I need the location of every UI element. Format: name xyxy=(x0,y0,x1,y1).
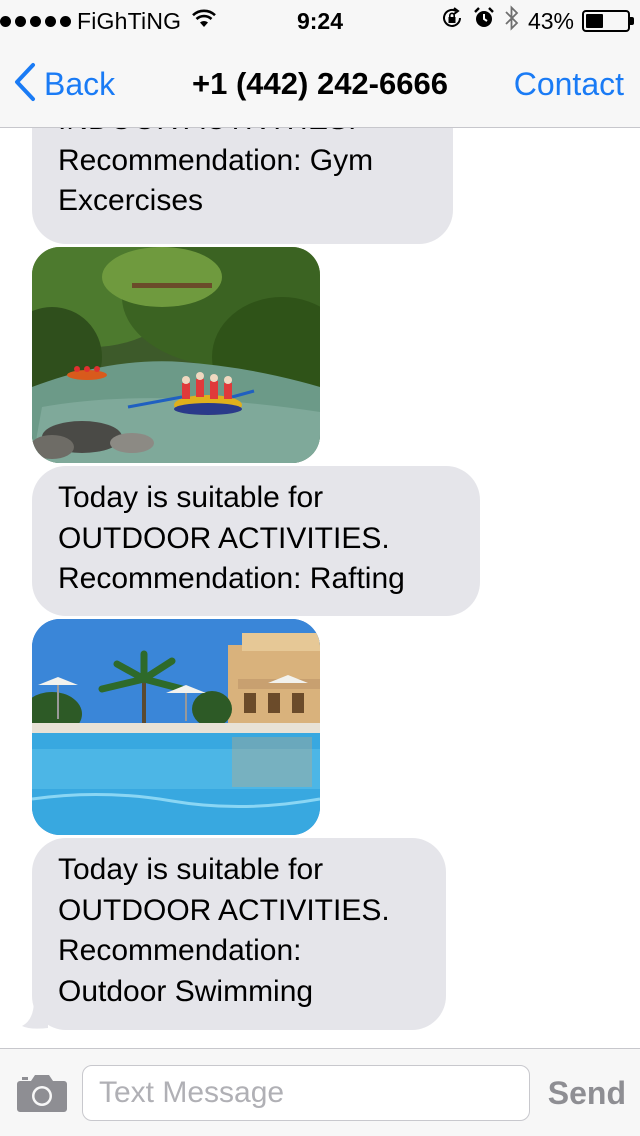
message-line: Excercises xyxy=(58,184,204,217)
back-label: Back xyxy=(44,65,116,102)
bluetooth-icon xyxy=(504,4,520,38)
battery-icon xyxy=(582,10,634,32)
message-bubble[interactable]: Today is suitable for OUTDOOR ACTIVITIES… xyxy=(32,466,480,616)
message-line: Recommendation: Gym xyxy=(58,143,374,177)
message-line: Recommendation: Rafting xyxy=(58,562,405,595)
message-line: OUTDOOR ACTIVITIES. xyxy=(58,521,390,555)
status-right: 43% xyxy=(440,4,634,38)
message-line: Today is suitable for xyxy=(58,853,324,886)
messages-screen: FiGhTiNG 9:24 43% Back +1 (442) 242-6666… xyxy=(0,0,640,1136)
input-bar: Send xyxy=(0,1048,640,1136)
chevron-left-icon xyxy=(14,62,36,107)
alarm-icon xyxy=(472,6,496,37)
message-line: Today is suitable for xyxy=(58,481,324,514)
camera-icon xyxy=(16,1075,68,1117)
battery-percent: 43% xyxy=(527,7,574,34)
status-bar: FiGhTiNG 9:24 43% xyxy=(0,0,640,40)
back-button[interactable]: Back xyxy=(14,62,115,106)
bubble-tail-icon xyxy=(20,1000,50,1030)
message-thread[interactable]: INDOOR ACTIVITIES. Recommendation: Gym E… xyxy=(0,128,640,1048)
contact-button[interactable]: Contact xyxy=(514,66,624,103)
pool-photo[interactable] xyxy=(32,619,320,835)
send-button[interactable]: Send xyxy=(548,1075,626,1112)
rafting-photo[interactable] xyxy=(32,247,320,463)
message-line: INDOOR ACTIVITIES. xyxy=(58,128,427,141)
message-input[interactable] xyxy=(82,1065,530,1121)
message-bubble[interactable]: Today is suitable for OUTDOOR ACTIVITIES… xyxy=(32,838,446,1030)
nav-bar: Back +1 (442) 242-6666 Contact xyxy=(0,40,640,128)
message-line: OUTDOOR ACTIVITIES. xyxy=(58,893,390,927)
rotation-lock-icon xyxy=(440,6,464,37)
page-title: +1 (442) 242-6666 xyxy=(192,66,448,101)
camera-button[interactable] xyxy=(16,1071,68,1113)
message-line: Outdoor Swimming xyxy=(58,974,314,1008)
battery-fill xyxy=(586,14,604,28)
message-bubble[interactable]: INDOOR ACTIVITIES. Recommendation: Gym E… xyxy=(32,128,453,244)
message-line: Recommendation: xyxy=(58,934,302,967)
